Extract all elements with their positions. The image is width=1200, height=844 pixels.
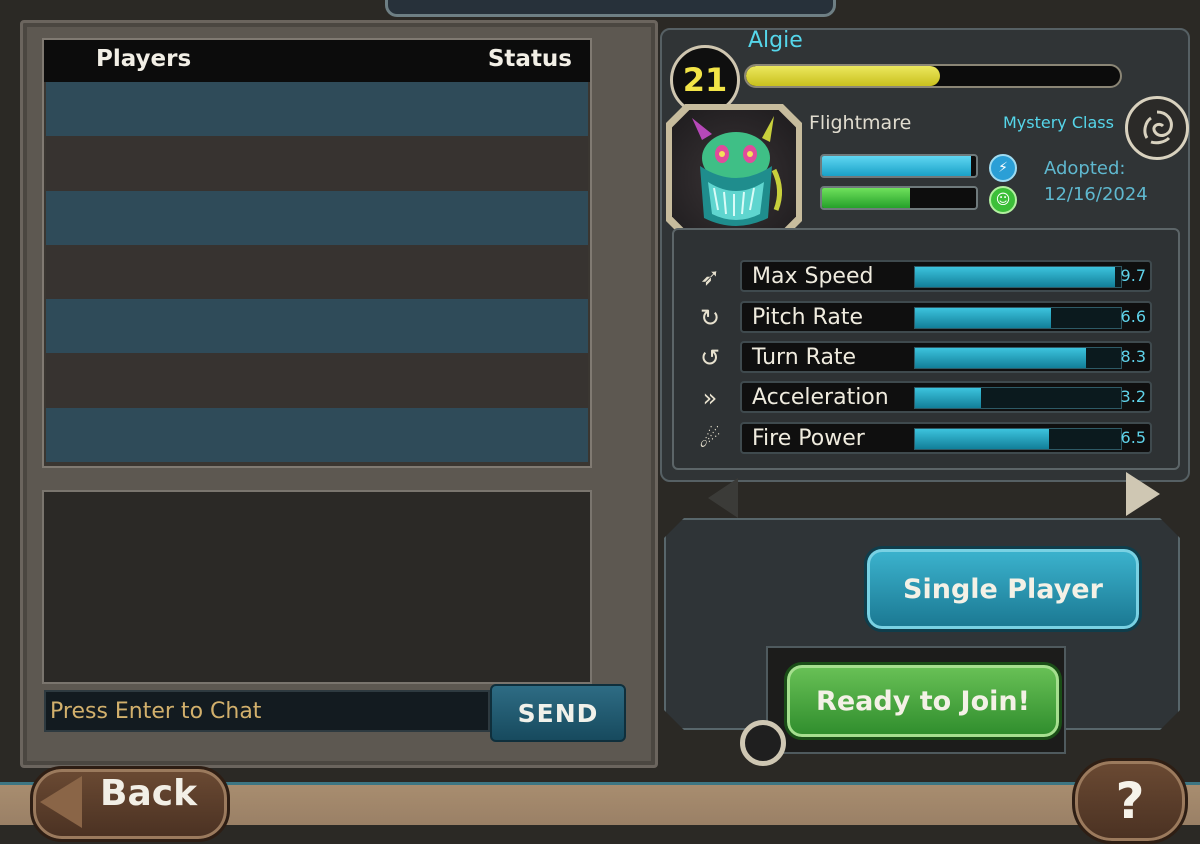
stat-bar <box>914 387 1122 409</box>
happiness-bar-fill <box>822 188 910 208</box>
status-column-header: Status <box>487 46 572 72</box>
stat-box: Fire Power 6.5 <box>740 422 1152 454</box>
player-row[interactable] <box>46 299 588 354</box>
stat-row-max-speed: ➶ Max Speed 9.7 <box>674 260 1178 294</box>
player-row[interactable] <box>46 82 588 137</box>
stat-bar-fill <box>915 348 1086 368</box>
player-row[interactable] <box>46 244 588 300</box>
player-row[interactable] <box>46 190 588 245</box>
send-button[interactable]: SEND <box>490 684 626 742</box>
acceleration-icon: » <box>702 384 718 412</box>
top-tab-frame <box>385 0 836 17</box>
stat-value: 8.3 <box>1120 347 1146 366</box>
mystery-class-glyph <box>1143 110 1173 145</box>
stat-bar-fill <box>915 429 1049 449</box>
xp-bar <box>744 64 1122 88</box>
dragon-portrait-image <box>692 116 782 226</box>
player-row[interactable] <box>46 407 588 463</box>
pitch-rate-icon: ↻ <box>699 304 721 332</box>
happiness-icon: ☺ <box>989 186 1017 214</box>
energy-bar-fill <box>822 156 972 176</box>
ready-to-join-label: Ready to Join! <box>816 685 1030 717</box>
stat-row-pitch-rate: ↻ Pitch Rate 6.6 <box>674 301 1178 335</box>
stat-bar-fill <box>915 267 1115 287</box>
chat-input[interactable] <box>44 690 490 732</box>
stat-bar-fill <box>915 388 981 408</box>
max-speed-icon: ➶ <box>699 263 721 291</box>
stat-box: Turn Rate 8.3 <box>740 341 1152 373</box>
stat-label: Acceleration <box>752 385 889 410</box>
dragon-name: Algie <box>748 28 803 53</box>
fire-power-icon: ☄ <box>699 425 721 453</box>
dragon-class: Mystery Class <box>1003 113 1114 132</box>
ready-to-join-button[interactable]: Ready to Join! <box>784 662 1062 740</box>
stat-bar <box>914 428 1122 450</box>
back-arrow-icon <box>40 776 82 828</box>
chat-log[interactable] <box>42 490 592 684</box>
help-button[interactable]: ? <box>1072 758 1188 844</box>
stat-bar <box>914 266 1122 288</box>
mystery-class-icon <box>1125 96 1189 160</box>
players-header: Players Status <box>44 40 590 82</box>
adopted-label: Adopted: <box>1044 158 1126 179</box>
player-row[interactable] <box>46 353 588 408</box>
stat-box: Pitch Rate 6.6 <box>740 301 1152 333</box>
energy-icon: ⚡ <box>989 154 1017 182</box>
stat-row-acceleration: » Acceleration 3.2 <box>674 381 1178 415</box>
stat-box: Max Speed 9.7 <box>740 260 1152 292</box>
players-list: Players Status <box>42 38 592 468</box>
stat-bar-fill <box>915 308 1051 328</box>
stat-label: Pitch Rate <box>752 305 863 330</box>
turn-rate-icon: ↺ <box>699 344 721 372</box>
stat-box: Acceleration 3.2 <box>740 381 1152 413</box>
dragon-portrait[interactable] <box>672 110 796 234</box>
happiness-bar <box>820 186 978 210</box>
stat-label: Turn Rate <box>752 345 857 370</box>
dragon-species: Flightmare <box>809 112 912 134</box>
stat-value: 6.5 <box>1120 428 1146 447</box>
single-player-button[interactable]: Single Player <box>864 546 1142 632</box>
stat-value: 9.7 <box>1120 266 1146 285</box>
xp-bar-fill <box>746 66 941 86</box>
previous-dragon-arrow-icon[interactable] <box>708 478 738 518</box>
energy-bar <box>820 154 978 178</box>
stat-row-fire-power: ☄ Fire Power 6.5 <box>674 422 1178 456</box>
player-row[interactable] <box>46 136 588 191</box>
next-dragon-arrow-icon[interactable] <box>1126 472 1160 516</box>
adopted-date: 12/16/2024 <box>1044 184 1148 205</box>
back-label: Back <box>100 773 198 814</box>
stat-label: Max Speed <box>752 264 874 289</box>
flight-stats: ➶ Max Speed 9.7 ↻ Pitch Rate 6.6 ↺ Turn … <box>672 228 1180 470</box>
stat-row-turn-rate: ↺ Turn Rate 8.3 <box>674 341 1178 375</box>
stat-bar <box>914 347 1122 369</box>
stat-value: 6.6 <box>1120 307 1146 326</box>
stat-label: Fire Power <box>752 426 865 451</box>
ready-status-ring-icon <box>740 720 786 766</box>
players-column-header: Players <box>96 46 192 72</box>
stat-bar <box>914 307 1122 329</box>
players-rows <box>46 82 588 466</box>
single-player-label: Single Player <box>903 573 1103 605</box>
help-icon: ? <box>1115 772 1145 830</box>
stat-value: 3.2 <box>1120 387 1146 406</box>
